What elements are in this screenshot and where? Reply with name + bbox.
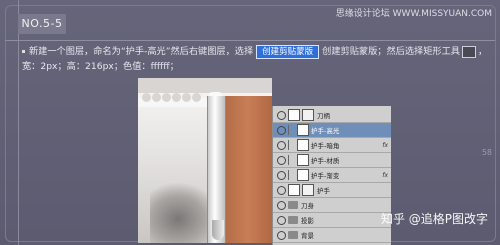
layer-name: 投影	[301, 217, 314, 225]
instruction-part2: 创建剪贴蒙版；然后选择矩形工具	[322, 46, 460, 57]
visibility-eye-icon[interactable]	[277, 200, 286, 210]
layer-mask-thumbnail	[302, 184, 314, 196]
visibility-eye-icon[interactable]	[277, 215, 286, 225]
fx-icon[interactable]: fx	[382, 142, 388, 149]
clipping-indicator-icon	[288, 140, 295, 150]
rectangle-tool-icon	[461, 45, 476, 58]
layer-name: 护手-渐变	[311, 172, 340, 180]
layer-row[interactable]: 护手-材质	[273, 153, 391, 168]
layer-name: 护手-材质	[311, 157, 340, 165]
instruction-part1: 新建一个图层，命名为“护手-高光”然后右键图层，选择	[29, 46, 254, 57]
visibility-eye-icon[interactable]	[277, 170, 286, 180]
layer-thumbnail	[297, 154, 309, 166]
layer-thumbnail	[297, 139, 309, 151]
layer-group-row[interactable]: 投影	[273, 213, 391, 228]
visibility-eye-icon[interactable]	[277, 125, 286, 135]
layer-group-row[interactable]: 刀身	[273, 198, 391, 213]
clipping-indicator-icon	[288, 170, 295, 180]
instruction-text: 新建一个图层，命名为“护手-高光”然后右键图层，选择 创建剪贴蒙版 创建剪贴蒙版；然…	[22, 44, 492, 74]
blade-notch	[192, 93, 201, 102]
visibility-eye-icon[interactable]	[277, 140, 286, 150]
layer-thumbnail	[288, 109, 300, 121]
layer-mask-thumbnail	[302, 109, 314, 121]
blade-notch	[172, 93, 181, 102]
blade-notch	[142, 93, 151, 102]
layer-name: 背景	[301, 232, 314, 240]
top-rule	[5, 40, 495, 41]
step-badge: NO.5-5	[18, 14, 66, 34]
page-number: 58	[481, 148, 492, 157]
site-watermark: 思缘设计论坛 WWW.MISSYUAN.COM	[335, 9, 492, 19]
bullet-icon	[22, 50, 25, 53]
layer-name: 护手	[317, 187, 330, 195]
knife-bolster	[212, 220, 224, 240]
visibility-eye-icon[interactable]	[277, 230, 286, 240]
layer-name: 护手-高光	[311, 127, 340, 135]
layer-row[interactable]: 护手-渐变 fx	[273, 168, 391, 183]
layer-name: 刀身	[301, 202, 314, 210]
blade-notch	[162, 93, 171, 102]
blade-notch	[152, 93, 161, 102]
folder-icon	[288, 231, 298, 239]
clipping-indicator-icon	[288, 125, 295, 135]
layer-row-active[interactable]: 护手-高光	[273, 123, 391, 138]
layer-group-row[interactable]: 背景	[273, 228, 391, 243]
knife-illustration	[138, 78, 272, 243]
visibility-eye-icon[interactable]	[277, 110, 286, 120]
layers-panel: 刀柄 护手-高光 护手-暗角 fx 护手-材质 护手-渐变 fx 护手 刀身 投…	[272, 106, 391, 245]
footer-watermark: 知乎 @追格P图改字	[380, 212, 488, 226]
folder-icon	[288, 201, 298, 209]
visibility-eye-icon[interactable]	[277, 155, 286, 165]
blade-notch	[182, 93, 191, 102]
knife-handle	[224, 96, 272, 243]
folder-icon	[288, 216, 298, 224]
layer-thumbnail	[288, 184, 300, 196]
layer-row[interactable]: 护手-暗角 fx	[273, 138, 391, 153]
layer-row[interactable]: 刀柄	[273, 108, 391, 123]
clipping-indicator-icon	[288, 155, 295, 165]
layer-thumbnail	[297, 124, 309, 136]
layer-row[interactable]: 护手	[273, 183, 391, 198]
layer-name: 刀柄	[317, 112, 330, 120]
layer-name: 护手-暗角	[311, 142, 340, 150]
layer-thumbnail	[297, 169, 309, 181]
left-rule	[18, 0, 19, 245]
create-clipping-mask-button: 创建剪贴蒙版	[256, 45, 320, 59]
fx-icon[interactable]: fx	[382, 172, 388, 179]
visibility-eye-icon[interactable]	[277, 185, 286, 195]
